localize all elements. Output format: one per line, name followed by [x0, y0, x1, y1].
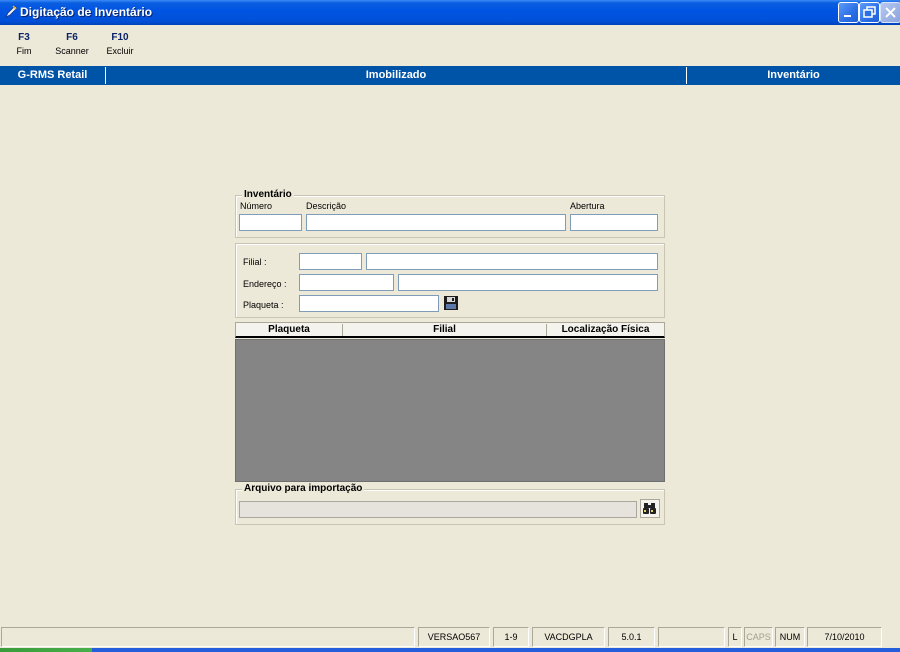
plaqueta-label: Plaqueta :: [243, 300, 284, 310]
minimize-icon: [844, 15, 851, 17]
plaqueta-grid[interactable]: Plaqueta Filial Localização Física: [235, 322, 665, 482]
endereco-label: Endereço :: [243, 279, 287, 289]
arquivo-field[interactable]: [239, 501, 637, 518]
header-app-name: G-RMS Retail: [17, 69, 88, 81]
binoculars-icon: [643, 503, 656, 514]
column-header-filial[interactable]: Filial: [343, 323, 546, 338]
column-header-plaqueta[interactable]: Plaqueta: [236, 323, 342, 338]
filial-code-field[interactable]: [299, 253, 362, 270]
inventario-group-title: Inventário: [242, 189, 294, 200]
minimize-button[interactable]: [838, 2, 859, 23]
fkey-label: F3: [18, 32, 30, 43]
toolbar-excluir-button[interactable]: F10 Excluir: [104, 31, 136, 58]
fkey-caption: Excluir: [106, 46, 134, 56]
status-num-indicator: NUM: [775, 627, 805, 647]
floppy-disk-icon: [444, 296, 458, 310]
fkey-label: F6: [66, 32, 78, 43]
numero-label: Número: [240, 201, 273, 211]
status-program: VACDGPLA: [532, 627, 605, 647]
status-build: 5.0.1: [608, 627, 655, 647]
close-icon: [885, 7, 896, 18]
browse-file-button[interactable]: [640, 499, 660, 518]
filial-label: Filial :: [243, 257, 267, 267]
descricao-field[interactable]: [306, 214, 566, 231]
status-date: 7/10/2010: [807, 627, 882, 647]
header-band: G-RMS Retail Imobilizado Inventário: [0, 66, 900, 85]
toolbar-fim-button[interactable]: F3 Fim: [12, 31, 36, 58]
fkey-caption: Fim: [16, 46, 32, 56]
abertura-label: Abertura: [570, 201, 605, 211]
fkey-caption: Scanner: [55, 46, 89, 56]
restore-button[interactable]: [859, 2, 880, 23]
taskbar-strip: [0, 648, 900, 652]
status-range: 1-9: [493, 627, 529, 647]
descricao-label: Descrição: [306, 201, 347, 211]
status-caps-indicator: CAPS: [744, 627, 773, 647]
status-message: [1, 627, 415, 647]
status-empty: [658, 627, 725, 647]
status-bar: VERSAO567 1-9 VACDGPLA 5.0.1 L CAPS NUM …: [0, 627, 900, 648]
filial-name-field[interactable]: [366, 253, 658, 270]
abertura-field[interactable]: [570, 214, 658, 231]
close-button[interactable]: [880, 2, 900, 23]
pen-icon: [4, 5, 18, 19]
plaqueta-field[interactable]: [299, 295, 439, 312]
window-title: Digitação de Inventário: [20, 5, 153, 19]
importacao-group-title: Arquivo para importação: [242, 483, 365, 494]
grid-body[interactable]: [235, 339, 665, 482]
toolbar-scanner-button[interactable]: F6 Scanner: [52, 31, 92, 58]
column-header-localizacao[interactable]: Localização Física: [547, 323, 664, 338]
save-button[interactable]: [443, 295, 459, 311]
numero-field[interactable]: [239, 214, 302, 231]
fkey-label: F10: [111, 32, 129, 43]
status-version: VERSAO567: [418, 627, 490, 647]
header-screen: Inventário: [767, 69, 820, 81]
title-bar: Digitação de Inventário: [0, 0, 900, 25]
header-module: Imobilizado: [365, 69, 427, 81]
grid-header: Plaqueta Filial Localização Física: [235, 322, 665, 338]
endereco-desc-field[interactable]: [398, 274, 658, 291]
restore-icon: [863, 6, 876, 18]
endereco-code-field[interactable]: [299, 274, 394, 291]
status-l-indicator: L: [728, 627, 742, 647]
